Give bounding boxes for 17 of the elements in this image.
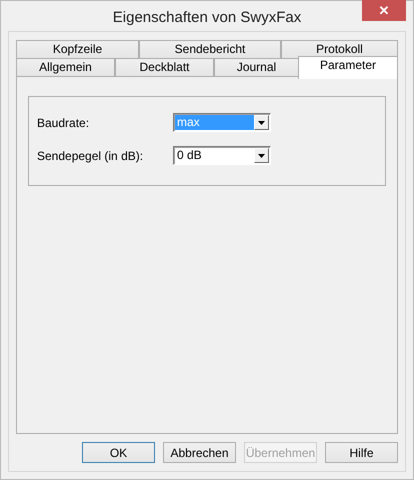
tab[interactable]: Sendebericht bbox=[139, 40, 281, 58]
dropdown[interactable]: 0 dB bbox=[173, 146, 271, 165]
window-title: Eigenschaften von SwyxFax bbox=[112, 9, 302, 26]
dialog-button[interactable]: OK bbox=[82, 442, 155, 463]
tab[interactable]: Deckblatt bbox=[115, 58, 214, 76]
tab[interactable]: Protokoll bbox=[281, 40, 398, 58]
dialog-button[interactable]: Abbrechen bbox=[163, 442, 236, 463]
tab[interactable]: Parameter bbox=[298, 56, 398, 79]
field-label: Sendepegel (in dB): bbox=[37, 148, 144, 162]
dropdown-arrow-icon bbox=[258, 120, 265, 124]
tab[interactable]: Journal bbox=[214, 58, 299, 76]
field-label: Baudrate: bbox=[37, 116, 90, 130]
tab[interactable]: Allgemein bbox=[16, 58, 115, 76]
dialog-button[interactable]: Hilfe bbox=[325, 442, 398, 463]
dropdown-arrow-icon bbox=[258, 154, 265, 158]
close-button[interactable]: ✕ bbox=[362, 0, 406, 21]
tab[interactable]: Kopfzeile bbox=[16, 40, 139, 58]
